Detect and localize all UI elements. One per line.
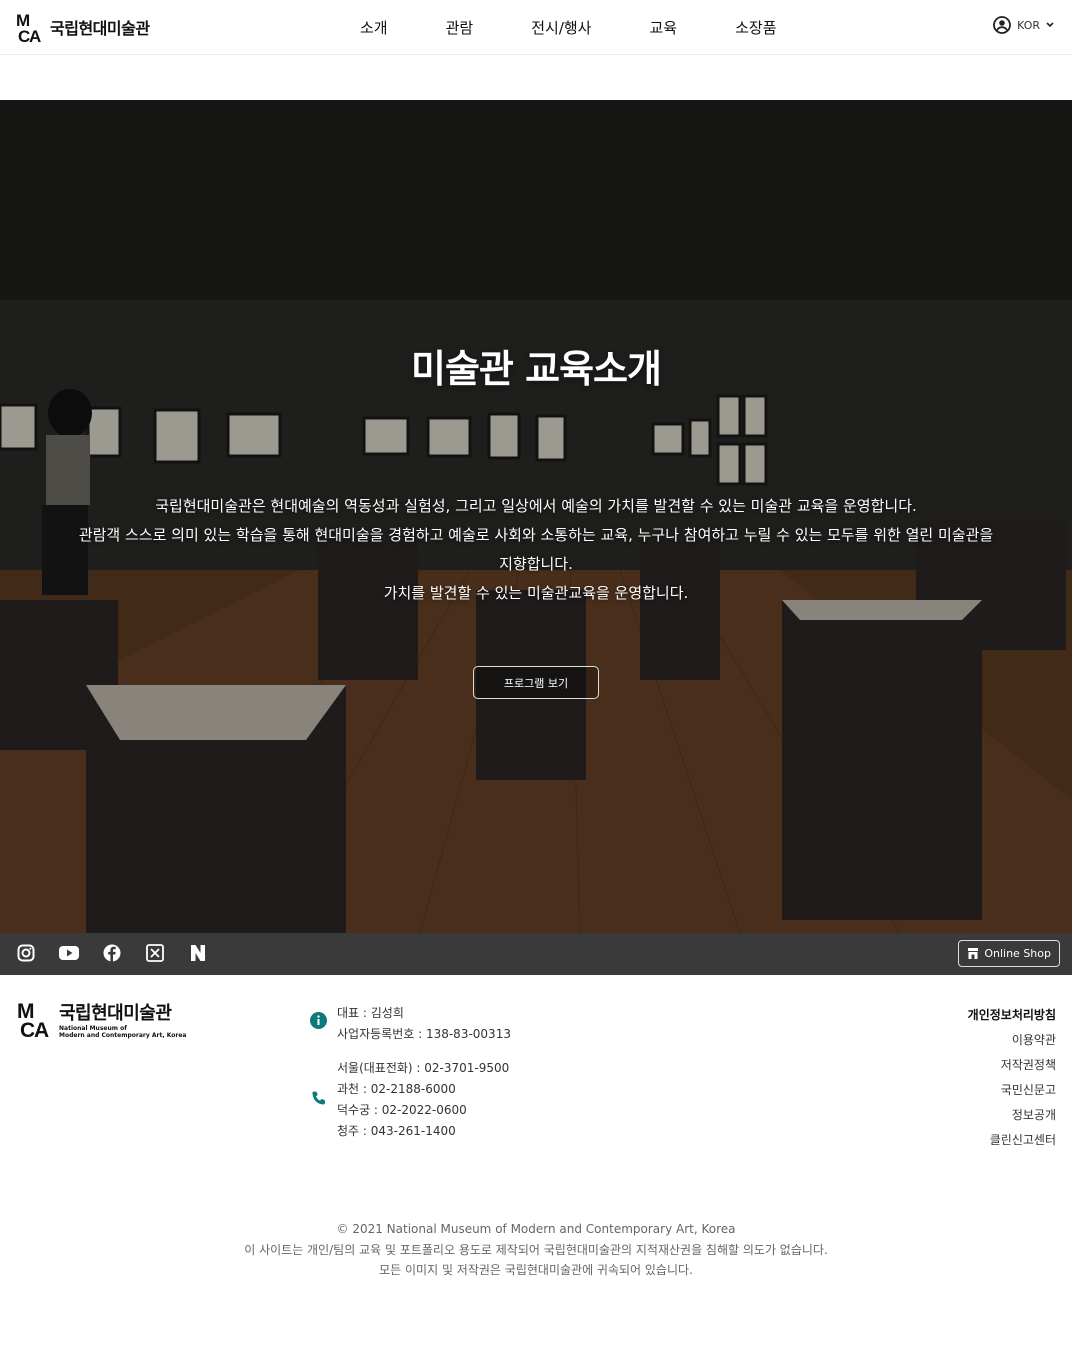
link-epeople[interactable]: 국민신문고 [968, 1078, 1056, 1103]
footer-logo-title: 국립현대미술관 [59, 1003, 172, 1024]
social-icons [16, 943, 208, 963]
link-copyright-policy[interactable]: 저작권정책 [968, 1053, 1056, 1078]
nav-item-about[interactable]: 소개 [360, 17, 388, 38]
chevron-down-icon [1046, 22, 1054, 28]
phone-icon [312, 1091, 325, 1105]
phone-seoul: 서울(대표전화) : 02-3701-9500 [337, 1061, 510, 1075]
x-icon[interactable] [145, 943, 165, 963]
nav-item-education[interactable]: 교육 [649, 17, 677, 38]
instagram-icon[interactable] [16, 943, 36, 963]
footer-logo-sub-1: National Museum of [59, 1025, 127, 1032]
phone-deoksugung: 덕수궁 : 02-2022-0600 [337, 1103, 467, 1117]
link-clean-report[interactable]: 클린신고센터 [968, 1128, 1056, 1153]
hero-description: 국립현대미술관은 현대예술의 역동성과 실험성, 그리고 일상에서 예술의 가치… [60, 492, 1012, 608]
hero-desc-line: 국립현대미술관은 현대예술의 역동성과 실험성, 그리고 일상에서 예술의 가치… [155, 497, 917, 515]
site-header: M C A 국립현대미술관 소개 관람 전시/행사 교육 소장품 KOR [0, 0, 1072, 55]
facebook-icon[interactable] [102, 943, 122, 963]
main-nav: 소개 관람 전시/행사 교육 소장품 [360, 17, 777, 38]
online-shop-label: Online Shop [984, 947, 1051, 960]
site-logo[interactable]: M C A 국립현대미술관 [16, 10, 150, 44]
store-icon [968, 948, 979, 959]
phone-gwacheon: 과천 : 02-2188-6000 [337, 1082, 456, 1096]
nav-item-exhibitions[interactable]: 전시/행사 [531, 17, 591, 38]
online-shop-button[interactable]: Online Shop [958, 940, 1060, 967]
hero-title: 미술관 교육소개 [411, 347, 662, 391]
user-icon [993, 16, 1011, 34]
copyright: © 2021 National Museum of Modern and Con… [0, 1219, 1072, 1281]
link-public-info[interactable]: 정보공개 [968, 1103, 1056, 1128]
rights-line: 모든 이미지 및 저작권은 국립현대미술관에 귀속되어 있습니다. [379, 1263, 693, 1277]
youtube-icon[interactable] [59, 943, 79, 963]
mmca-logo-icon: M C A [17, 1000, 49, 1039]
info-icon [310, 1012, 327, 1029]
hero-desc-line: 관람객 스스로 의미 있는 학습을 통해 현대미술을 경험하고 예술로 사회와 … [78, 526, 994, 544]
logo-text: 국립현대미술관 [50, 19, 150, 38]
hero-section: 미술관 교육소개 국립현대미술관은 현대예술의 역동성과 실험성, 그리고 일상… [0, 100, 1072, 933]
footer-logo-sub-2: Modern and Contemporary Art, Korea [59, 1032, 187, 1039]
link-terms[interactable]: 이용약관 [968, 1028, 1056, 1053]
copyright-line: © 2021 National Museum of Modern and Con… [336, 1222, 736, 1236]
svg-text:A: A [29, 27, 41, 44]
footer-links: 개인정보처리방침 이용약관 저작권정책 국민신문고 정보공개 클린신고센터 [968, 1003, 1056, 1153]
business-number: 사업자등록번호 : 138-83-00313 [337, 1027, 511, 1041]
language-label: KOR [1017, 18, 1040, 32]
company-info: 대표 : 김성희 사업자등록번호 : 138-83-00313 [310, 1003, 511, 1045]
footer-logo: M C A 국립현대미술관 National Museum of Modern … [17, 999, 186, 1039]
view-programs-button[interactable]: 프로그램 보기 [473, 666, 599, 699]
social-bar: Online Shop [0, 933, 1072, 975]
nav-item-visit[interactable]: 관람 [446, 17, 474, 38]
nav-item-collection[interactable]: 소장품 [735, 17, 776, 38]
language-selector[interactable]: KOR [993, 16, 1054, 34]
phone-cheongju: 청주 : 043-261-1400 [337, 1124, 456, 1138]
link-privacy-policy[interactable]: 개인정보처리방침 [968, 1003, 1056, 1028]
hero-desc-line: 가치를 발견할 수 있는 미술관교육을 운영합니다. [383, 584, 689, 602]
site-footer: M C A 국립현대미술관 National Museum of Modern … [0, 975, 1072, 1352]
svg-text:C: C [20, 1019, 35, 1039]
naver-icon[interactable] [188, 943, 208, 963]
svg-text:A: A [34, 1019, 49, 1039]
phone-info: 서울(대표전화) : 02-3701-9500 과천 : 02-2188-600… [310, 1058, 509, 1142]
disclaimer-line: 이 사이트는 개인/팀의 교육 및 포트폴리오 용도로 제작되어 국립현대미술관… [244, 1242, 828, 1257]
ceo-text: 대표 : 김성희 [337, 1006, 404, 1020]
mmca-logo-icon: M C A [16, 11, 41, 44]
hero-desc-line: 지향합니다. [499, 555, 573, 573]
